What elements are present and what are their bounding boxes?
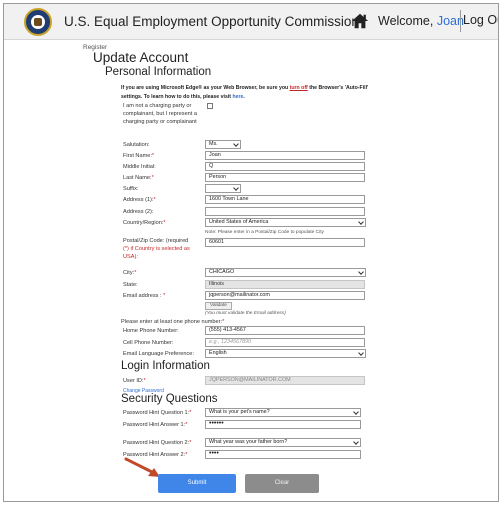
postal-label-text-1: Postal/Zip Code: (required: [123, 238, 189, 244]
address2-input[interactable]: [205, 207, 365, 216]
email-language-value: English: [209, 350, 227, 356]
postal-label-text-2: (*) if Country is selected as: [123, 246, 190, 252]
here-link[interactable]: here: [232, 94, 243, 100]
notice-text-1: If you are using Microsoft Edge® as your…: [121, 85, 290, 91]
address2-label: Address (2):: [123, 209, 154, 215]
page-title: Update Account: [93, 50, 189, 65]
header-bar: U.S. Equal Employment Opportunity Commis…: [4, 4, 498, 40]
email-language-label: Email Language Preference:: [123, 351, 194, 357]
validate-note: (You must validate the Email address): [205, 311, 286, 316]
postal-label-text-3: USA):: [123, 254, 138, 260]
eeoc-seal-icon: [24, 8, 52, 36]
user-id-label-text: User ID:: [123, 378, 144, 384]
salutation-value: Ms.: [209, 141, 218, 147]
country-select[interactable]: United States of America: [205, 218, 366, 227]
phone-note-text: Please enter at least one phone number:: [121, 319, 223, 325]
country-label-text: Country/Region:: [123, 220, 164, 226]
section-title-security: Security Questions: [121, 393, 218, 405]
hint-question-2-select[interactable]: What year was your father born?: [205, 438, 361, 447]
notice-text-3: .: [243, 94, 245, 100]
hint-answer-2-input[interactable]: ••••: [205, 450, 361, 459]
city-label: City:*: [123, 270, 137, 276]
first-name-label: First Name:*: [123, 153, 155, 159]
city-select[interactable]: CHICAGO: [205, 268, 366, 277]
email-language-select[interactable]: English: [205, 349, 366, 358]
first-name-label-text: First Name:: [123, 153, 152, 159]
hint-question-1-value: What is your pet's name?: [209, 409, 270, 415]
submit-button[interactable]: Submit: [158, 474, 236, 493]
state-field: Illinois: [205, 280, 365, 289]
email-input[interactable]: jqperson@mailinator.com: [205, 291, 365, 300]
autofill-notice: If you are using Microsoft Edge® as your…: [121, 84, 371, 102]
chevron-down-icon: [233, 141, 239, 147]
hint-question-2-value: What year was your father born?: [209, 439, 288, 445]
welcome-prefix: Welcome,: [378, 14, 434, 28]
chevron-down-icon: [358, 219, 364, 225]
address1-label-text: Address (1):: [123, 197, 154, 203]
address1-input[interactable]: 1600 Town Lane: [205, 195, 365, 204]
home-phone-input[interactable]: (555) 413-4567: [205, 326, 365, 335]
last-name-label: Last Name:*: [123, 175, 154, 181]
postal-label: Postal/Zip Code: (required (*) if Country…: [123, 237, 205, 261]
cell-phone-label: Cell Phone Number:: [123, 340, 174, 346]
not-charging-party-label: I am not a charging party or complainant…: [123, 103, 198, 125]
hint-question-2-label: Password Hint Question 2:*: [123, 440, 192, 446]
hint-answer-1-label-text: Password Hint Answer 1:: [123, 422, 186, 428]
not-charging-party-checkbox[interactable]: [207, 103, 213, 109]
first-name-input[interactable]: Joan: [205, 151, 365, 160]
chevron-down-icon: [358, 269, 364, 275]
postal-note: Note: Please enter in a Postal/Zip Code …: [205, 230, 324, 235]
country-label: Country/Region:*: [123, 220, 166, 226]
postal-code-input[interactable]: 60601: [205, 238, 365, 247]
clear-button[interactable]: Clear: [245, 474, 319, 493]
turn-off-link[interactable]: turn off: [290, 85, 308, 91]
address1-label: Address (1):*: [123, 197, 156, 203]
validate-button[interactable]: Validate: [205, 302, 232, 310]
middle-initial-label: Middle Initial:: [123, 164, 156, 170]
section-title-personal: Personal Information: [105, 66, 212, 78]
last-name-label-text: Last Name:: [123, 175, 152, 181]
salutation-select[interactable]: Ms.: [205, 140, 241, 149]
chevron-down-icon: [353, 439, 359, 445]
site-title: U.S. Equal Employment Opportunity Commis…: [64, 14, 359, 29]
logout-button[interactable]: Log Out: [460, 10, 498, 32]
chevron-down-icon: [233, 185, 239, 191]
welcome-message: Welcome, Joan: [378, 14, 464, 28]
email-label-text: Email address :: [123, 293, 164, 299]
salutation-label: Salutation:: [123, 142, 150, 148]
user-id-field: JQPERSON@MAILINATOR.COM: [205, 376, 365, 385]
city-value: CHICAGO: [209, 269, 235, 275]
section-title-login: Login Information: [121, 360, 210, 372]
home-phone-label: Home Phone Number:: [123, 328, 179, 334]
cell-phone-input[interactable]: e.g., 1234567890: [205, 338, 365, 347]
hint-question-1-label: Password Hint Question 1:*: [123, 410, 192, 416]
state-label: State:: [123, 282, 138, 288]
chevron-down-icon: [353, 409, 359, 415]
hint-question-1-select[interactable]: What is your pet's name?: [205, 408, 361, 417]
chevron-down-icon: [358, 350, 364, 356]
hint-answer-1-input[interactable]: ••••••: [205, 420, 361, 429]
city-label-text: City:: [123, 270, 135, 276]
phone-note: Please enter at least one phone number:*: [121, 319, 225, 325]
home-icon[interactable]: [351, 12, 369, 30]
user-id-label: User ID:*: [123, 378, 146, 384]
hint-answer-1-label: Password Hint Answer 1:*: [123, 422, 188, 428]
page-frame: U.S. Equal Employment Opportunity Commis…: [3, 3, 499, 502]
suffix-label: Suffix:: [123, 186, 139, 192]
middle-initial-input[interactable]: Q: [205, 162, 365, 171]
hint-question-1-label-text: Password Hint Question 1:: [123, 410, 190, 416]
suffix-select[interactable]: [205, 184, 241, 193]
country-value: United States of America: [209, 219, 269, 225]
email-label: Email address : *: [123, 293, 166, 299]
last-name-input[interactable]: Person: [205, 173, 365, 182]
hint-question-2-label-text: Password Hint Question 2:: [123, 440, 190, 446]
